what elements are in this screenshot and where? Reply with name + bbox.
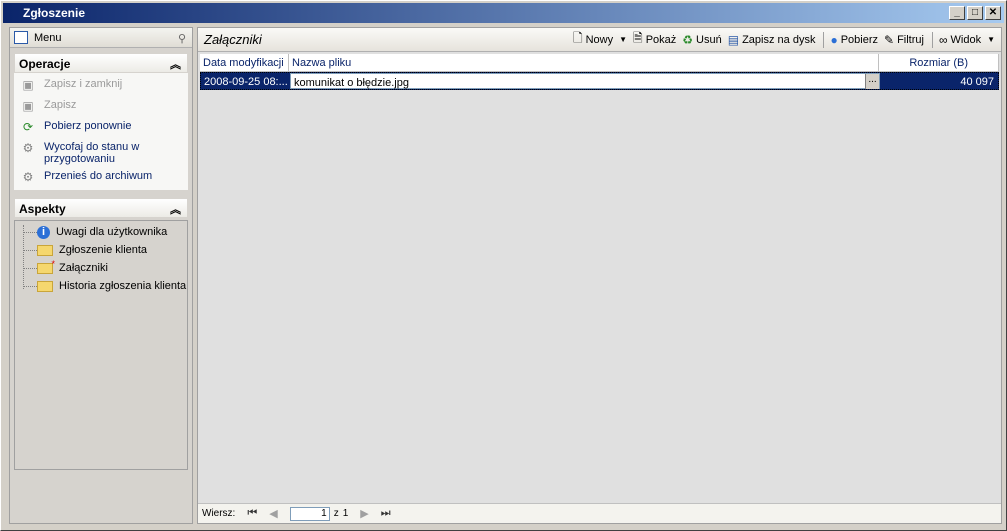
new-button[interactable]: 🗋 Nowy ▼ bbox=[573, 29, 627, 50]
browse-button[interactable]: ... bbox=[865, 74, 879, 89]
operations-title: Operacje bbox=[19, 57, 71, 71]
aspects-title: Aspekty bbox=[19, 202, 66, 216]
pager-of: z bbox=[333, 508, 339, 519]
filter-icon: ✎ bbox=[884, 32, 895, 47]
column-size[interactable]: Rozmiar (B) bbox=[879, 54, 999, 71]
download-button[interactable]: ● Pobierz bbox=[830, 33, 878, 47]
pager-total: 1 bbox=[342, 508, 349, 519]
chevron-down-icon[interactable]: ▼ bbox=[619, 35, 627, 44]
revert-action[interactable]: ⚙ Wycofaj do stanu w przygotowaniu bbox=[14, 138, 188, 167]
save-close-icon: ▣ bbox=[22, 78, 34, 92]
menu-header[interactable]: Menu ⚲ bbox=[10, 28, 192, 48]
grid-header: Data modyfikacji Nazwa pliku Rozmiar (B) bbox=[200, 54, 999, 72]
folder-icon bbox=[37, 244, 53, 256]
window-title: Zgłoszenie bbox=[23, 6, 86, 20]
new-doc-icon: 🗋 bbox=[572, 31, 583, 45]
maximize-button[interactable]: □ bbox=[967, 6, 983, 20]
archive-action[interactable]: ⚙ Przenieś do archiwum bbox=[14, 167, 188, 188]
cell-date: 2008-09-25 08:... bbox=[204, 76, 288, 88]
table-row[interactable]: 2008-09-25 08:... komunikat o błędzie.jp… bbox=[200, 72, 999, 90]
save-disk-button[interactable]: ▤ Zapisz na dysk bbox=[728, 33, 816, 47]
show-icon: 🗎 bbox=[633, 31, 643, 45]
view-button[interactable]: ∞ Widok ▼ bbox=[939, 33, 995, 47]
app-window: Zgłoszenie _ □ ✕ Menu ⚲ Operacje ︽ ▣ Zap… bbox=[0, 0, 1007, 531]
folder-icon bbox=[37, 280, 53, 292]
folder-open-icon: * bbox=[37, 259, 55, 274]
column-date[interactable]: Data modyfikacji bbox=[200, 54, 289, 71]
aspects-tree: i Uwagi dla użytkownika Zgłoszenie klien… bbox=[14, 220, 188, 470]
reload-action[interactable]: ⟳ Pobierz ponownie bbox=[14, 117, 188, 138]
close-button[interactable]: ✕ bbox=[985, 6, 1001, 20]
operations-header[interactable]: Operacje ︽ bbox=[14, 53, 188, 73]
collapse-icon[interactable]: ︽ bbox=[170, 201, 181, 217]
title-bar: Zgłoszenie _ □ ✕ bbox=[3, 3, 1004, 23]
gear-icon: ⚙ bbox=[22, 170, 34, 184]
cell-filename[interactable]: komunikat o błędzie.jpg ... bbox=[290, 73, 880, 89]
info-icon: i bbox=[37, 225, 50, 239]
disk-icon: ▤ bbox=[727, 32, 740, 47]
delete-icon: ♻ bbox=[682, 32, 694, 47]
delete-button[interactable]: ♻ Usuń bbox=[682, 33, 721, 47]
refresh-icon: ⟳ bbox=[22, 120, 34, 134]
globe-icon: ● bbox=[830, 32, 838, 47]
attachments-panel: Załączniki 🗋 Nowy ▼ 🗎 Pokaż ♻ Usuń ▤ Zapisz n… bbox=[197, 27, 1002, 524]
navigation-panel: Menu ⚲ Operacje ︽ ▣ Zapisz i zamknij ▣ Z… bbox=[9, 27, 193, 524]
next-page-icon[interactable]: ▶ bbox=[360, 507, 368, 520]
collapse-icon[interactable]: ︽ bbox=[170, 56, 181, 72]
last-page-icon[interactable]: ⏭ bbox=[381, 507, 391, 520]
prev-page-icon[interactable]: ◀ bbox=[269, 507, 277, 520]
column-filename[interactable]: Nazwa pliku bbox=[289, 54, 879, 71]
page-input[interactable]: 1 bbox=[289, 506, 330, 521]
glasses-icon: ∞ bbox=[938, 32, 948, 47]
tree-item-attachments[interactable]: * Załączniki bbox=[15, 259, 187, 277]
aspects-section: Aspekty ︽ i Uwagi dla użytkownika Zgłosz… bbox=[14, 198, 188, 470]
save-action[interactable]: ▣ Zapisz bbox=[14, 96, 188, 117]
gear-icon: ⚙ bbox=[22, 141, 34, 155]
attachments-grid: Data modyfikacji Nazwa pliku Rozmiar (B)… bbox=[200, 54, 999, 90]
pin-icon[interactable]: ⚲ bbox=[178, 32, 186, 45]
pager: Wiersz: ⏮ ◀ 1 z 1 ▶ ⏭ bbox=[198, 503, 1001, 523]
minimize-button[interactable]: _ bbox=[949, 6, 965, 20]
aspects-header[interactable]: Aspekty ︽ bbox=[14, 198, 188, 218]
tree-item-history[interactable]: Historia zgłoszenia klienta bbox=[15, 277, 187, 295]
save-close-action[interactable]: ▣ Zapisz i zamknij bbox=[14, 75, 188, 96]
first-page-icon[interactable]: ⏮ bbox=[247, 507, 257, 520]
tree-item-client-request[interactable]: Zgłoszenie klienta bbox=[15, 241, 187, 259]
operations-section: Operacje ︽ ▣ Zapisz i zamknij ▣ Zapisz ⟳… bbox=[14, 53, 188, 190]
tree-item-notes[interactable]: i Uwagi dla użytkownika bbox=[15, 223, 187, 241]
save-icon: ▣ bbox=[22, 99, 34, 113]
cell-size: 40 097 bbox=[960, 76, 994, 88]
show-button[interactable]: 🗎 Pokaż bbox=[633, 29, 676, 50]
filter-button[interactable]: ✎ Filtruj bbox=[884, 33, 924, 47]
toolbar: Załączniki 🗋 Nowy ▼ 🗎 Pokaż ♻ Usuń ▤ Zapisz n… bbox=[198, 28, 1001, 52]
menu-icon bbox=[14, 31, 28, 44]
page-title: Załączniki bbox=[204, 32, 262, 47]
pager-label: Wiersz: bbox=[202, 508, 236, 519]
menu-title: Menu bbox=[34, 31, 62, 44]
chevron-down-icon[interactable]: ▼ bbox=[987, 35, 995, 44]
